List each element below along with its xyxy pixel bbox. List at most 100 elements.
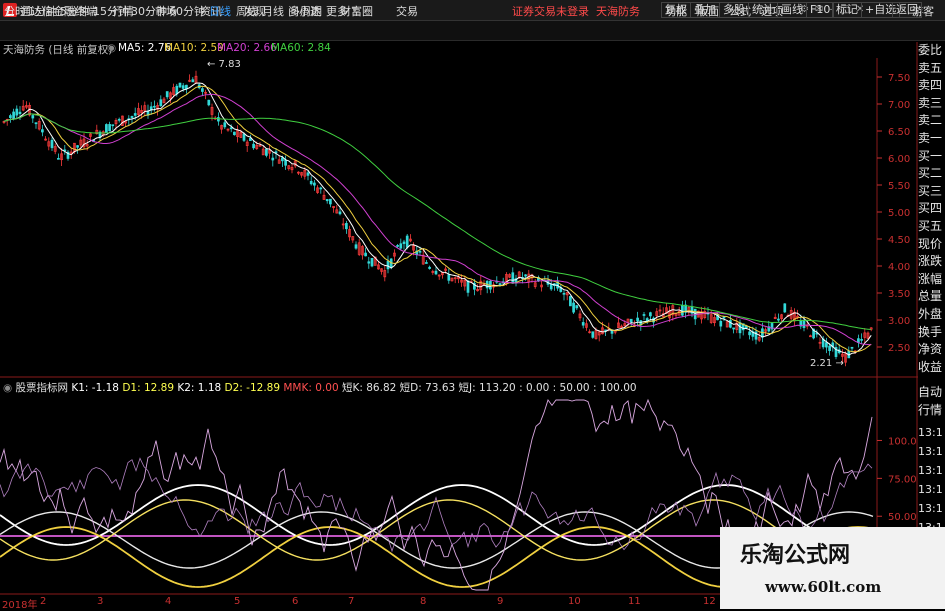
price-tick-label: 4.00 (888, 262, 910, 273)
candle-body (629, 318, 633, 323)
indicator-toggle-icon-2[interactable]: ◉ (3, 382, 12, 394)
candle-body (748, 331, 751, 336)
quote-label: 买二 (918, 166, 943, 181)
tab-more[interactable]: 更多 (326, 3, 348, 19)
quote-mode-label[interactable]: 行情 (918, 403, 945, 418)
candle-body (860, 339, 863, 341)
candle-body (367, 261, 371, 264)
candle-body (252, 143, 255, 149)
quote-label: 委比 (918, 43, 943, 57)
candle-body (12, 111, 15, 120)
price-tick-label: 3.00 (888, 316, 910, 327)
candle-body (345, 223, 348, 230)
overlay-button[interactable]: 叠加 (690, 2, 720, 18)
candle-body (729, 320, 732, 328)
quote-label: 外盘 (918, 307, 943, 321)
date-tick-label: 10 (568, 596, 581, 607)
candle-body (399, 243, 403, 249)
candle-body (722, 316, 726, 319)
d1-value: D1: 12.89 (122, 382, 175, 394)
adjust-button[interactable]: 复权 (661, 2, 691, 18)
candle-body (396, 245, 399, 247)
price-tick-label: 7.00 (888, 100, 910, 111)
indicator-tick-label: 75.00 (888, 474, 917, 485)
tab-30min[interactable]: 30分钟 (131, 3, 167, 19)
draw-button[interactable]: 画线 (777, 2, 807, 18)
price-tick-label: 7.50 (888, 73, 910, 84)
multi-stock-button[interactable]: 多股 (719, 2, 749, 18)
tab-monthly[interactable]: 月线 (262, 3, 284, 19)
k1-value: K1: -1.18 (71, 382, 119, 394)
quote-label: 总量 (918, 289, 943, 304)
quote-label: 涨幅 (918, 271, 943, 286)
login-status-text: 证券交易未登录 (512, 5, 589, 18)
candle-body (329, 198, 332, 205)
candle-body (777, 318, 780, 321)
d2-value: D2: -12.89 (224, 382, 281, 394)
candle-body (825, 342, 828, 348)
candle-body (313, 182, 316, 186)
candle-body (572, 302, 575, 313)
candle-body (524, 274, 527, 277)
candle-body (217, 117, 220, 122)
tab-1min[interactable]: 1分钟 (28, 3, 57, 19)
kline-chart[interactable]: ← 7.83 2.21 → 7.50 7.00 6.50 6.00 5.50 5.00 4.5… (0, 40, 918, 609)
candle-body (338, 211, 342, 215)
quote-mode-label[interactable]: 自动 (918, 385, 945, 400)
indicator-name: 股票指标网 (15, 382, 69, 394)
quote-label: 涨跌 (918, 254, 943, 269)
candle-body (271, 157, 275, 161)
candle-body (18, 111, 22, 115)
tab-weekly[interactable]: 周线 (236, 3, 258, 19)
f10-button[interactable]: F10 (806, 2, 835, 18)
mark-button[interactable]: 标记 (832, 2, 862, 18)
candle-body (178, 82, 182, 88)
candle-body (133, 113, 137, 116)
login-status: 证券交易未登录 天海防务 (512, 3, 640, 19)
short-d-value: 短D: 73.63 (399, 382, 456, 394)
candle-body (233, 131, 236, 136)
watermark-url: www.60lt.com (765, 578, 882, 596)
more-chevron-icon[interactable]: ▾ (352, 3, 358, 16)
ma20-line (3, 93, 872, 346)
candle-body (41, 129, 44, 133)
candle-body (111, 124, 115, 127)
candle-body (549, 284, 553, 290)
candle-body (105, 124, 108, 133)
candle-body (319, 187, 323, 190)
candle-body (201, 88, 204, 92)
tab-5min[interactable]: 5分钟 (60, 3, 89, 19)
candle-body (229, 127, 233, 130)
candle-body (309, 180, 313, 185)
candle-body (386, 260, 390, 270)
ma5-line (3, 82, 872, 356)
candle-body (693, 308, 697, 320)
stats-button[interactable]: 统计 (748, 2, 778, 18)
quote-label: 买五 (918, 219, 943, 233)
candle-body (9, 115, 12, 119)
candle-body (50, 139, 54, 149)
back-button[interactable]: 返回 (892, 2, 922, 18)
tab-daily[interactable]: 日线 (209, 3, 231, 19)
price-tick-label: 3.50 (888, 289, 910, 300)
quote-label: 换手 (918, 324, 943, 339)
tick-time: 13:1 (918, 483, 943, 496)
tab-15min[interactable]: 15分钟 (93, 3, 129, 19)
candle-body (15, 108, 19, 116)
tab-60min[interactable]: 60分钟 (169, 3, 205, 19)
date-tick-label: 6 (292, 596, 299, 607)
candle-body (649, 312, 652, 317)
title-stock-name: 天海防务 (596, 5, 640, 18)
candle-body (242, 133, 246, 141)
menu-trade[interactable]: 交易 (396, 3, 418, 19)
tab-timeshare[interactable]: 分时 (4, 3, 26, 19)
candle-body (130, 116, 134, 118)
candle-body (34, 122, 38, 125)
candle-body (828, 345, 831, 351)
k2-value: K2: 1.18 (177, 382, 222, 394)
date-tick-label: 7 (348, 596, 355, 607)
tick-time: 13:1 (918, 445, 943, 458)
tab-multi-period[interactable]: 多周期 (289, 3, 322, 19)
date-tick-label: 5 (234, 596, 241, 607)
short-k-value: 短K: 86.82 (341, 382, 397, 394)
